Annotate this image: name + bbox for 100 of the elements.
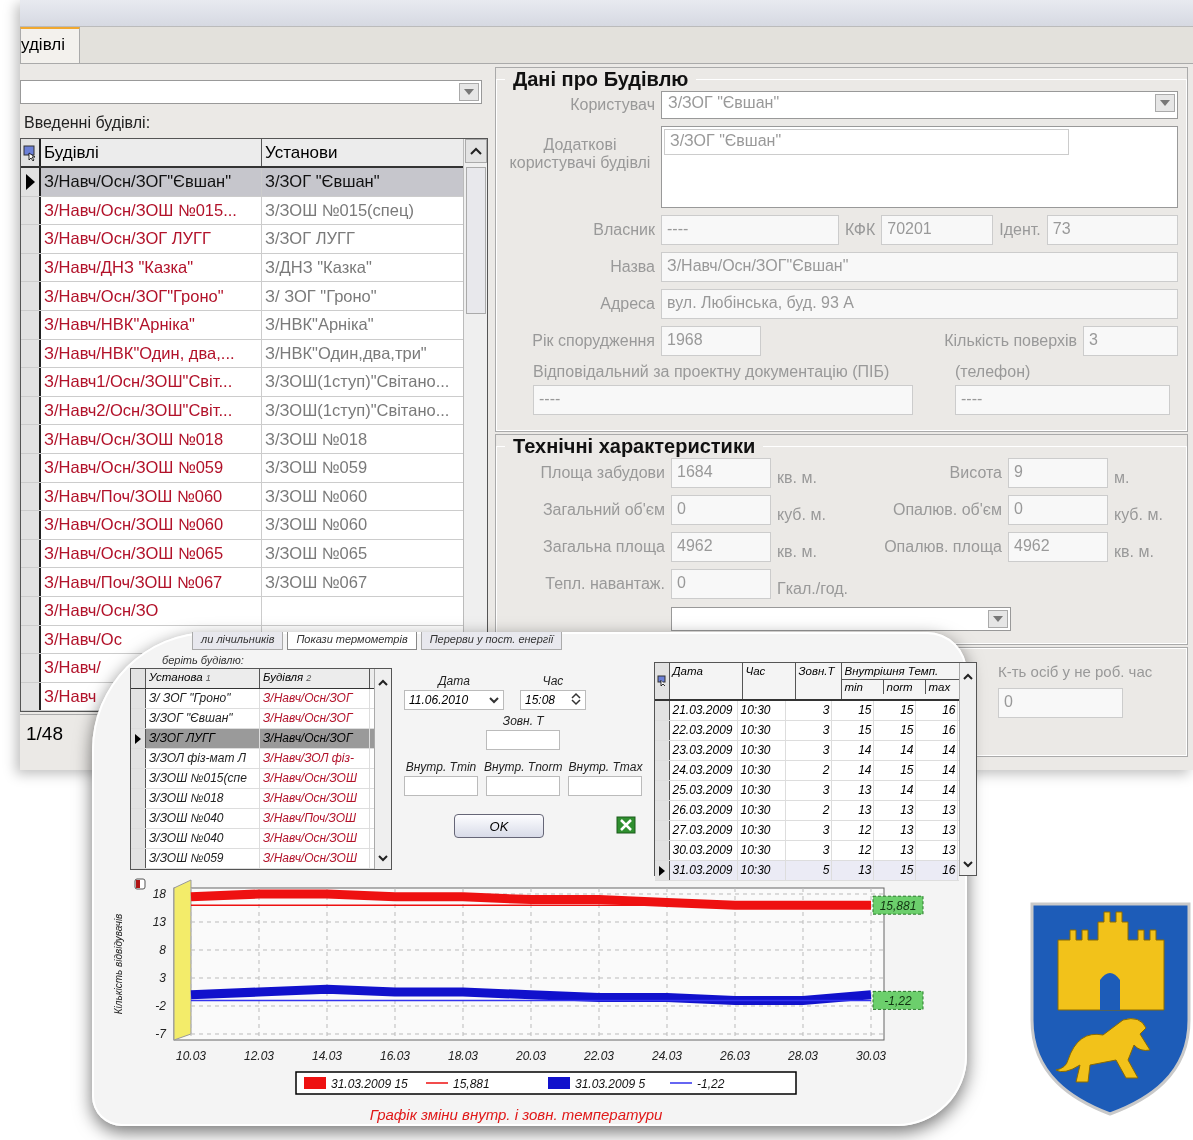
field-label: К-ть осіб у не роб. час bbox=[998, 663, 1154, 680]
table-cell: 10:30 bbox=[738, 741, 787, 760]
axis-tick-label: 8 bbox=[159, 943, 166, 957]
table-cell: 26.03.2009 bbox=[670, 801, 739, 820]
axis-tick-label: 18 bbox=[152, 887, 166, 901]
table-cell: 3 bbox=[786, 741, 833, 760]
table-cell: З/ЗОШ №040 bbox=[146, 829, 260, 848]
table-cell: З/Навч/НВК"Один, два,... bbox=[44, 343, 235, 363]
field-label: Кількість поверхів bbox=[944, 332, 1077, 350]
table-cell: З/НВК"Один,два,три" bbox=[265, 343, 427, 363]
unit-label: кв. м. bbox=[777, 468, 818, 487]
unit-label: куб. м. bbox=[777, 505, 827, 524]
field-label: Площа забудови bbox=[539, 464, 665, 482]
unit-label: кв. м. bbox=[777, 542, 818, 561]
axis-tick-label: 3 bbox=[159, 971, 166, 985]
axis-title: Кількість відвідувачів bbox=[113, 913, 124, 1015]
axis-tick-label: 13 bbox=[152, 915, 166, 929]
table-cell: З/ЗОШ №040 bbox=[146, 809, 260, 828]
table-cell: 12 bbox=[832, 821, 875, 840]
table-cell: З/Навч/Осн/ЗОГ bbox=[260, 729, 370, 748]
table-cell: 3 bbox=[786, 841, 833, 860]
table-cell: 15 bbox=[874, 701, 917, 720]
axis-tick-label: 26.03 bbox=[720, 1049, 750, 1063]
table-cell: З/ ЗОГ "Гроно" bbox=[265, 286, 377, 306]
field-label: Опалюв. площа bbox=[883, 538, 1002, 556]
table-cell: 14 bbox=[832, 761, 875, 780]
table-cell: З/ДНЗ "Казка" bbox=[265, 258, 372, 278]
table-cell: З/ЗОШ №065 bbox=[265, 544, 368, 563]
field-label: Загальний об'єм bbox=[541, 501, 665, 519]
table-cell: З/Навч/Осн/ЗОГ"Євшан" bbox=[44, 172, 232, 192]
table-cell: 15 bbox=[874, 861, 917, 880]
table-cell: 10:30 bbox=[738, 761, 787, 780]
table-cell: 3 bbox=[786, 781, 833, 800]
table-cell: З/Навч/Осн/ЗОГ"Гроно" bbox=[44, 286, 224, 306]
table-cell: З/Навч1/Осн/ЗОШ"Світ... bbox=[44, 372, 233, 392]
table-cell: З/ЗОШ(1ступ)"Світано... bbox=[265, 401, 450, 421]
table-cell: 14 bbox=[916, 781, 959, 800]
table-cell: З/Навч/Осн/ЗОШ bbox=[260, 789, 370, 808]
unit-label: кв. м. bbox=[1114, 542, 1155, 561]
table-cell: 13 bbox=[832, 781, 875, 800]
legend-label: 15,881 bbox=[453, 1077, 490, 1091]
table-cell: З/ ЗОГ "Гроно" bbox=[146, 689, 260, 708]
axis-tick-label: 24.03 bbox=[652, 1049, 682, 1063]
field-label: (телефон) bbox=[955, 363, 1032, 381]
axis-tick-label: 12.03 bbox=[244, 1049, 274, 1063]
field-label: Тепл. навантаж. bbox=[544, 575, 665, 593]
table-cell: 10:30 bbox=[738, 821, 787, 840]
axis-tick-label: 28.03 bbox=[788, 1049, 818, 1063]
field-label: Дата bbox=[438, 674, 470, 688]
table-cell: 13 bbox=[916, 801, 959, 820]
table-cell: З/Навч/Осн/ЗОШ bbox=[260, 769, 370, 788]
table-cell: З/Навч/Поч/ЗОШ №067 bbox=[44, 572, 223, 592]
picker-label: беріть будівлю: bbox=[162, 654, 245, 666]
field-label: Внутр. Tnorm bbox=[484, 760, 563, 774]
field-label: Адреса bbox=[599, 295, 655, 313]
axis-tick-label: 10.03 bbox=[176, 1049, 206, 1063]
table-cell: З/Навч/Поч/ЗОШ №060 bbox=[44, 486, 223, 506]
table-cell: 15 bbox=[832, 721, 875, 740]
table-cell: З/ЗОШ №067 bbox=[265, 572, 368, 592]
group-title: Дані про Будівлю bbox=[512, 68, 690, 91]
table-cell: З/Навч/Осн/ЗОГ ЛУГГ bbox=[44, 229, 211, 249]
table-cell: З/Навч/Осн/ЗОШ №060 bbox=[44, 515, 224, 535]
table-cell: З/ЗОШ №060 bbox=[265, 486, 368, 506]
table-cell: 13 bbox=[874, 801, 917, 820]
table-cell: З/ЗОШ №015(спе bbox=[146, 769, 260, 788]
field-label: Відповідальний за проектну документацію (ПІБ) bbox=[533, 363, 891, 381]
table-cell: 3 bbox=[786, 821, 833, 840]
table-cell: З/Навч/Осн/ЗОШ bbox=[260, 829, 370, 848]
table-cell: 16 bbox=[916, 721, 959, 740]
unit-label: куб. м. bbox=[1114, 505, 1164, 524]
unit-label: м. bbox=[1114, 468, 1131, 487]
field-label: Назва bbox=[609, 258, 655, 276]
table-cell: 12 bbox=[832, 841, 875, 860]
table-cell: 3 bbox=[786, 701, 833, 720]
table-cell: З/Навч/Осн/ЗОШ №018 bbox=[44, 429, 224, 449]
table-cell: З/ЗОГ ЛУГГ bbox=[265, 229, 355, 249]
table-cell: 14 bbox=[916, 761, 959, 780]
annotation: 15,881 bbox=[879, 899, 917, 914]
legend-label: 31.03.2009 15 bbox=[331, 1077, 408, 1091]
table-cell: 21.03.2009 bbox=[670, 701, 739, 720]
table-cell: З/Навч2/Осн/ЗОШ"Світ... bbox=[44, 401, 233, 421]
table-cell: З/ЗОШ №018 bbox=[146, 789, 260, 808]
table-cell: 2 bbox=[786, 761, 833, 780]
table-cell: 5 bbox=[786, 861, 833, 880]
table-cell: 16 bbox=[916, 701, 959, 720]
table-cell: 2 bbox=[786, 801, 833, 820]
table-cell: 14 bbox=[916, 741, 959, 760]
table-cell: 13 bbox=[874, 821, 917, 840]
legend-label: 31.03.2009 5 bbox=[575, 1077, 646, 1091]
table-cell: 16 bbox=[916, 861, 959, 880]
field-label: Опалюв. об'єм bbox=[892, 501, 1002, 519]
table-cell: З/Навч/Осн/ЗО bbox=[44, 601, 159, 621]
axis-tick-label: 22.03 bbox=[584, 1049, 614, 1063]
table-cell: З/Навч/НВК"Арніка" bbox=[44, 315, 195, 335]
legend-label: -1,22 bbox=[697, 1077, 725, 1091]
table-cell: З/ЗОШ №018 bbox=[265, 429, 368, 449]
table-cell: 13 bbox=[916, 841, 959, 860]
table-cell: 14 bbox=[874, 781, 917, 800]
axis-tick-label: 16.03 bbox=[380, 1049, 410, 1063]
table-cell: 10:30 bbox=[738, 781, 787, 800]
